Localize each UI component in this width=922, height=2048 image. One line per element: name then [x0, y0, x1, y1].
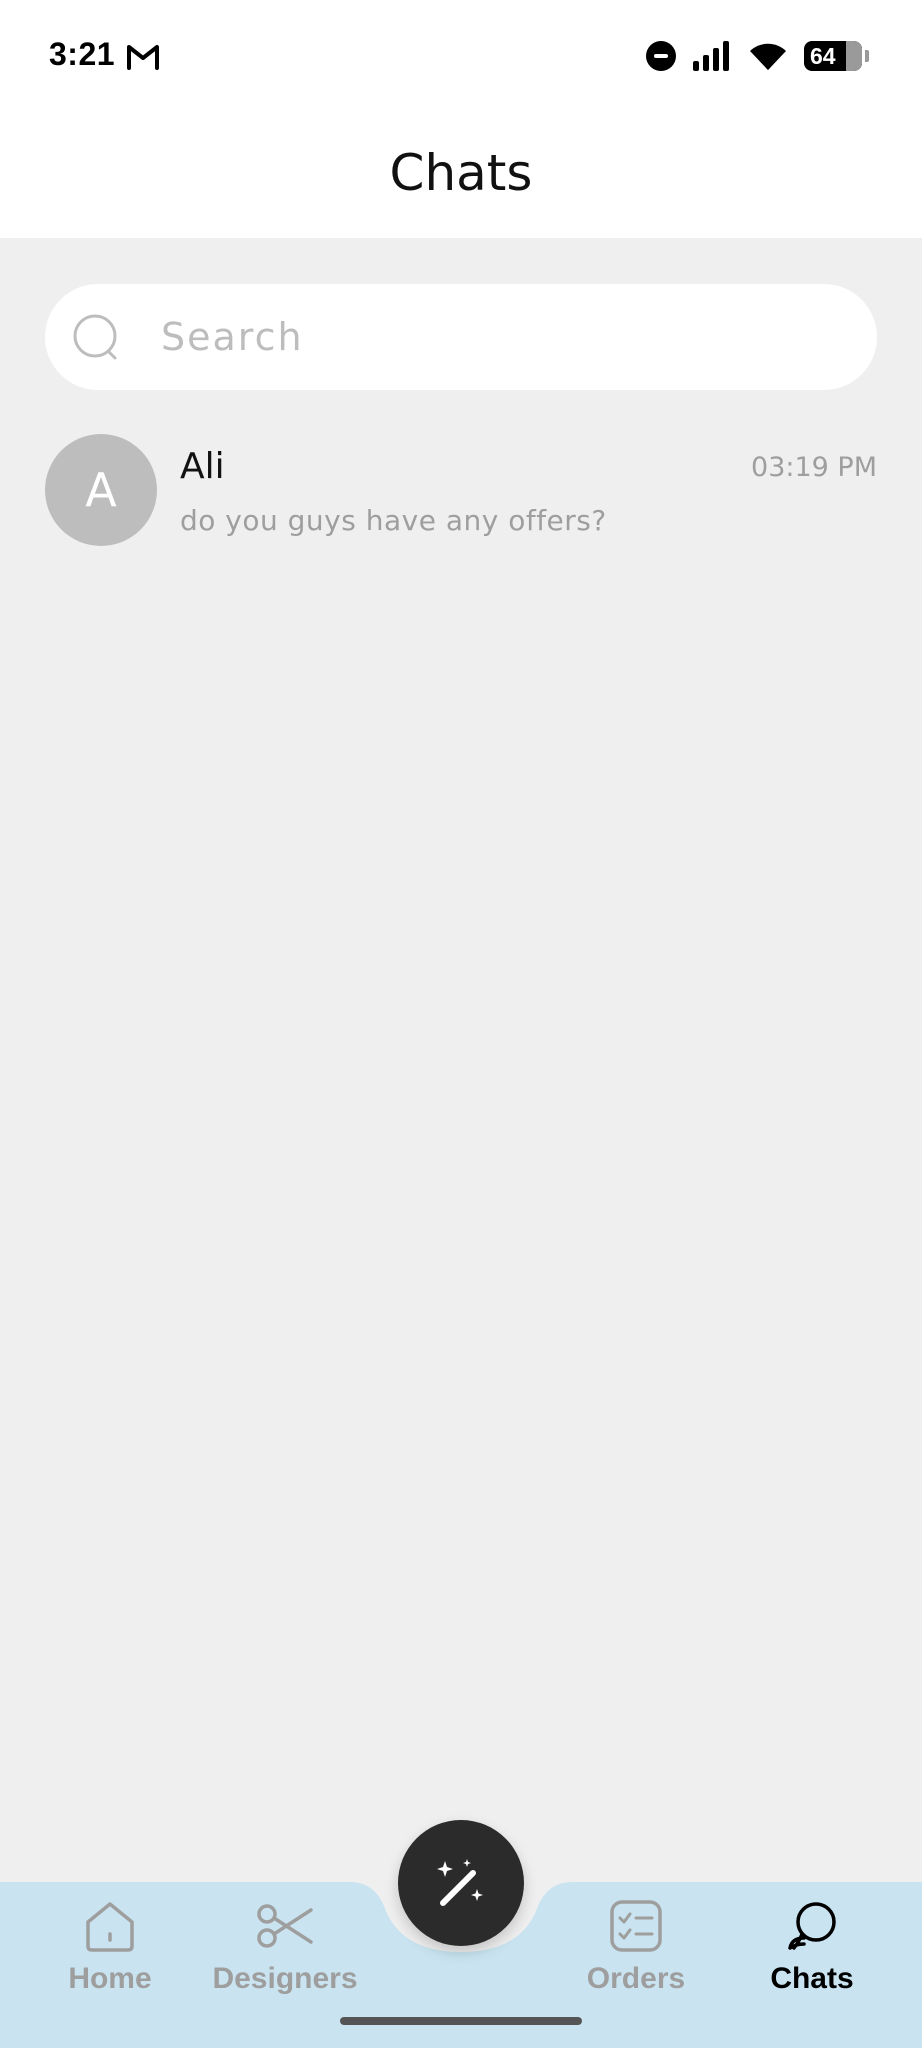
chat-list-item[interactable]: A Ali 03:19 PM do you guys have any offe…: [45, 432, 877, 548]
nav-label-home: Home: [68, 1962, 152, 1995]
search-bar[interactable]: [45, 284, 877, 390]
search-icon: [73, 314, 117, 360]
chat-message-preview: do you guys have any offers?: [180, 504, 607, 537]
gmail-icon: [127, 45, 159, 70]
home-indicator[interactable]: [340, 2017, 582, 2025]
magic-wand-icon: [437, 1859, 483, 1906]
nav-item-designers[interactable]: Designers: [200, 1896, 370, 2006]
page-title: Chats: [389, 144, 533, 202]
magic-wand-button[interactable]: [398, 1820, 524, 1946]
status-bar: 3:21 64: [0, 0, 922, 112]
nav-label-chats: Chats: [770, 1962, 854, 1995]
checklist-icon: [610, 1900, 662, 1952]
chats-screen: 3:21 64 Chats Search A Ali 03:19 PM do y…: [0, 0, 922, 2048]
scissors-icon: [257, 1904, 313, 1948]
app-header: Chats: [0, 112, 922, 238]
search-input[interactable]: [161, 284, 841, 390]
chat-timestamp: 03:19 PM: [751, 452, 877, 483]
chat-contact-name: Ali: [180, 446, 225, 487]
status-time: 3:21: [49, 36, 116, 72]
do-not-disturb-icon: [646, 41, 676, 71]
avatar: A: [45, 434, 157, 546]
battery-icon: 64: [804, 41, 869, 71]
nav-item-chats[interactable]: Chats: [727, 1896, 897, 2006]
battery-empty-part: [846, 41, 862, 71]
chat-bubbles-icon: [788, 1902, 836, 1950]
signal-icon: [693, 41, 729, 71]
battery-tip: [865, 50, 869, 62]
home-icon: [86, 1902, 134, 1952]
nav-item-orders[interactable]: Orders: [551, 1896, 721, 2006]
nav-item-home[interactable]: Home: [25, 1896, 195, 2006]
wifi-icon: [750, 43, 786, 70]
battery-level: 64: [810, 43, 836, 69]
nav-label-orders: Orders: [586, 1962, 686, 1995]
status-indicators: 64: [646, 38, 869, 74]
nav-label-designers: Designers: [212, 1962, 358, 1995]
